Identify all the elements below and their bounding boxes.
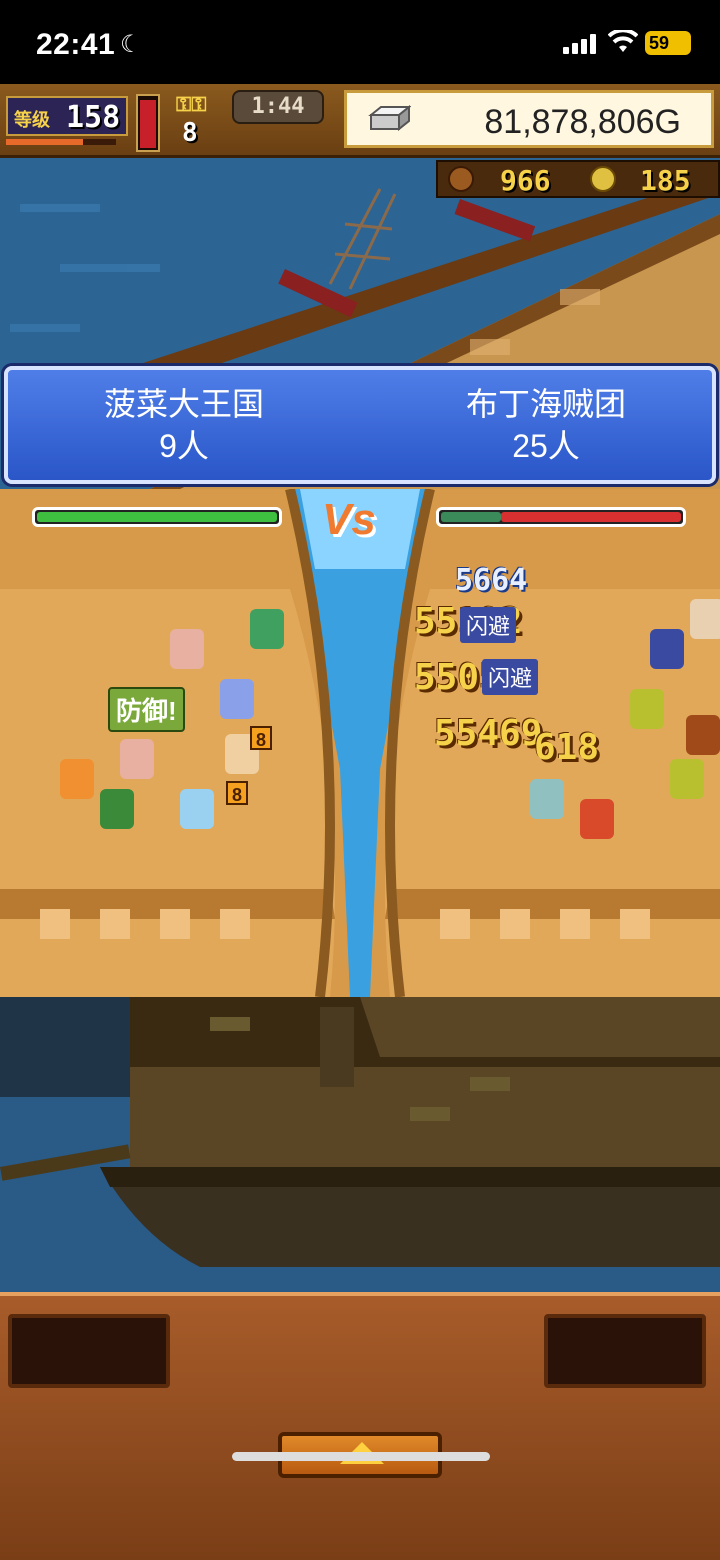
damage-number: 618 <box>534 727 600 768</box>
left-hp-fill <box>37 512 277 522</box>
energy-gauge <box>136 94 160 152</box>
unit-sprite <box>220 679 254 719</box>
dodge-label: 闪避 <box>460 607 517 643</box>
left-team-count: 9人 <box>159 428 209 464</box>
unit-sprite <box>650 629 684 669</box>
battle-ships-scene <box>0 489 720 997</box>
key-icon: ⚿⚿ <box>176 94 207 116</box>
unit-sprite <box>250 609 284 649</box>
left-team: 菠菜大王国 9人 <box>34 382 334 466</box>
wifi-icon <box>608 30 638 52</box>
unit-sprite <box>670 759 704 799</box>
unit-sprite <box>686 715 720 755</box>
right-team-name: 布丁海贼团 <box>465 386 626 422</box>
game-screen[interactable]: 等级 158 ⚿⚿ 8 1:44 81,878,806G 966 185 菠菜大… <box>0 84 720 1560</box>
unit-level-badge: 8 <box>226 781 248 805</box>
exp-bar <box>6 139 116 145</box>
right-hp-fill <box>441 512 501 522</box>
unit-sprite <box>170 629 204 669</box>
moon-icon: ☾ <box>120 31 142 58</box>
vs-label: Vs <box>322 495 376 544</box>
right-team: 布丁海贼团 25人 <box>396 382 696 466</box>
dodge-label: 闪避 <box>482 659 539 695</box>
level-value: 158 <box>66 100 121 135</box>
resource-2-value: 185 <box>640 164 691 197</box>
coin-icon <box>590 166 616 192</box>
left-team-name: 菠菜大王国 <box>103 386 264 422</box>
silver-bar-icon <box>368 105 411 131</box>
right-team-count: 25人 <box>512 428 580 464</box>
top-hud: 等级 158 ⚿⚿ 8 1:44 81,878,806G <box>0 84 720 158</box>
resource-bar: 966 185 <box>436 160 720 198</box>
battle-header: 菠菜大王国 9人 布丁海贼团 25人 <box>4 366 716 484</box>
right-hp-bar <box>436 507 686 527</box>
right-slot[interactable] <box>544 1314 706 1388</box>
unit-sprite <box>60 759 94 799</box>
battery-level: 59 <box>649 33 670 53</box>
timer: 1:44 <box>232 90 324 124</box>
battery-icon: 59 <box>645 31 691 55</box>
damage-number: 5664 <box>455 563 528 598</box>
unit-sprite <box>630 689 664 729</box>
unit-level-badge: 8 <box>250 726 272 750</box>
left-hp-bar <box>32 507 282 527</box>
lower-ship-scene <box>0 997 720 1292</box>
battle-area[interactable]: Vs 8 8 防御! 5664 55192 55056 55469 618 闪避… <box>0 489 720 997</box>
home-indicator[interactable] <box>232 1452 490 1461</box>
bottom-panel <box>0 1292 720 1560</box>
defend-label: 防御! <box>108 687 185 732</box>
unit-sprite <box>580 799 614 839</box>
level-label: 等级 <box>14 110 50 130</box>
damage-number: 55469 <box>434 713 543 754</box>
unit-sprite <box>120 739 154 779</box>
status-time: 22:41 <box>36 28 116 61</box>
lower-ship-graphic <box>0 997 720 1292</box>
unit-sprite <box>530 779 564 819</box>
gold-value: 81,878,806G <box>484 103 681 141</box>
gold-panel[interactable]: 81,878,806G <box>344 90 714 148</box>
level-panel: 等级 158 <box>6 96 128 136</box>
food-icon <box>448 166 474 192</box>
status-bar: 22:41 ☾ 59 <box>0 0 720 84</box>
left-slot[interactable] <box>8 1314 170 1388</box>
signal-icon <box>563 34 599 54</box>
unit-sprite <box>180 789 214 829</box>
unit-sprite <box>690 599 720 639</box>
resource-1-value: 966 <box>500 164 551 197</box>
unit-sprite <box>100 789 134 829</box>
key-count: 8 <box>182 118 198 148</box>
